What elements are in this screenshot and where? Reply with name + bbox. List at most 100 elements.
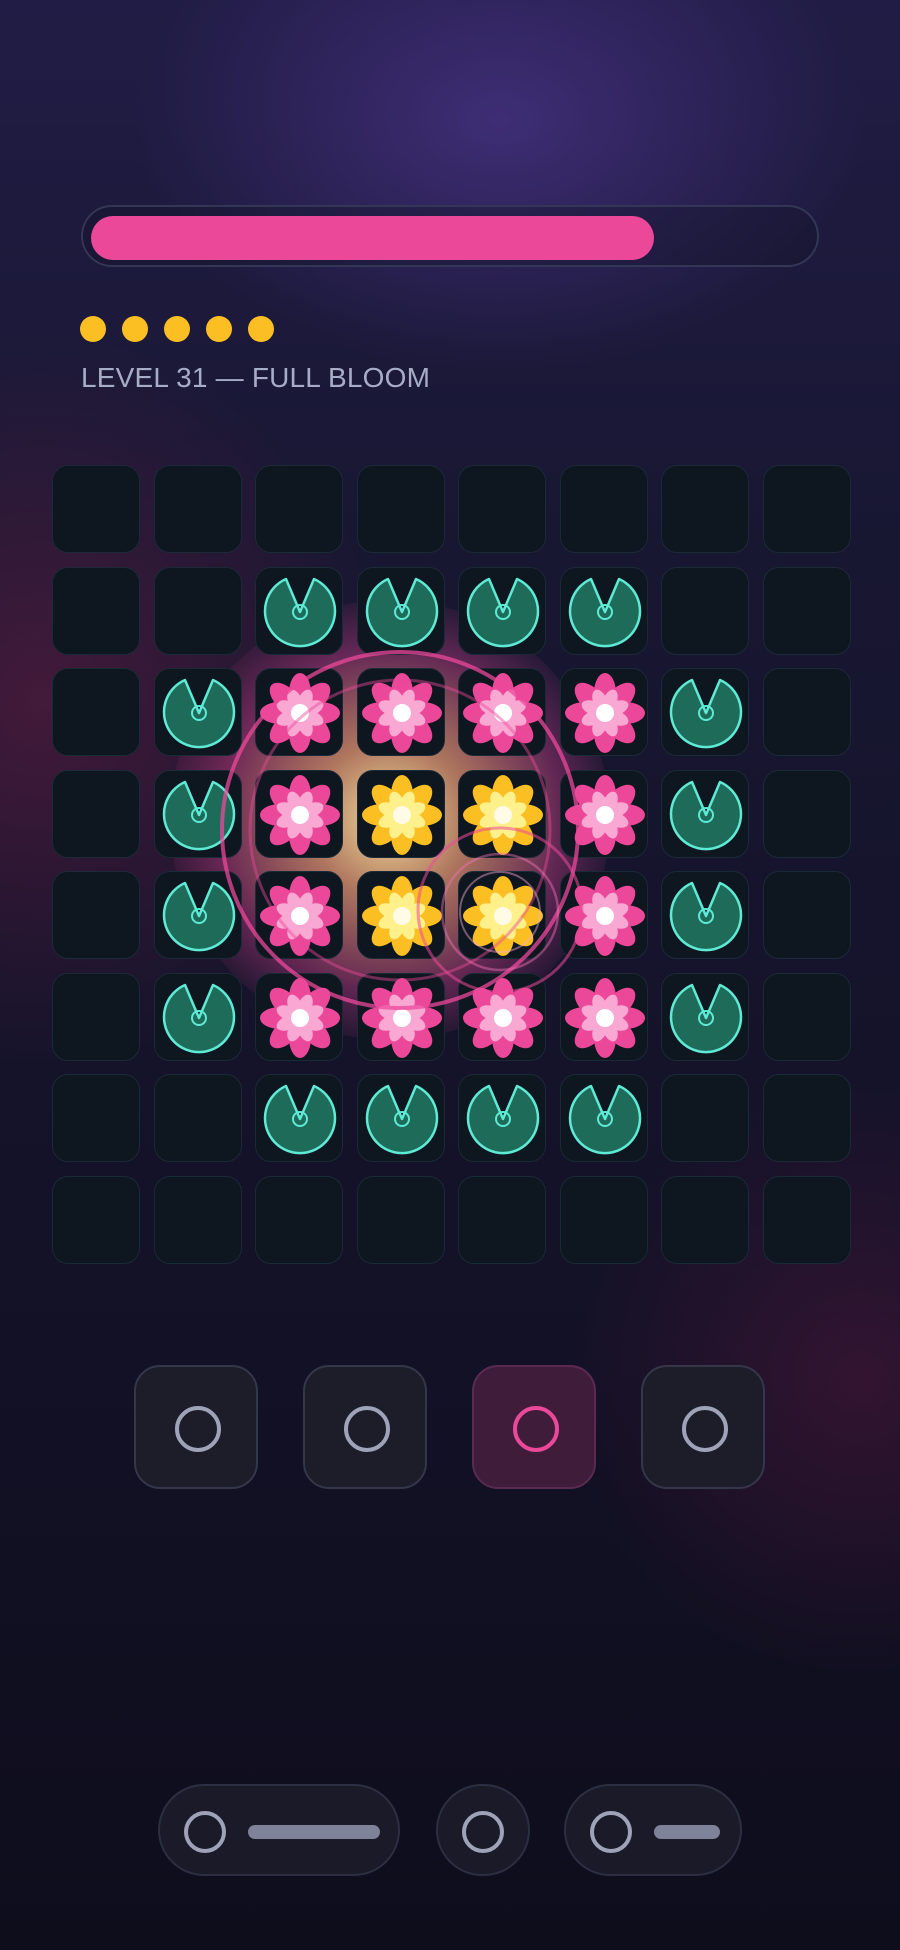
board-cell-gold-lotus[interactable] bbox=[357, 871, 445, 959]
board-cell-empty[interactable] bbox=[560, 465, 648, 553]
board-cell-empty[interactable] bbox=[154, 1176, 242, 1264]
board-cell-empty[interactable] bbox=[52, 465, 140, 553]
board-cell-empty[interactable] bbox=[154, 567, 242, 655]
board-cell-pink-lotus[interactable] bbox=[560, 973, 648, 1061]
nav-label-placeholder bbox=[248, 1825, 380, 1839]
board-cell-lily-pad[interactable] bbox=[661, 668, 749, 756]
board-cell-gold-lotus[interactable] bbox=[458, 770, 546, 858]
board-cell-lily-pad[interactable] bbox=[458, 567, 546, 655]
board-cell-empty[interactable] bbox=[661, 465, 749, 553]
gold-lotus-icon bbox=[463, 775, 543, 855]
board-cell-empty[interactable] bbox=[763, 668, 851, 756]
board-cell-lily-pad[interactable] bbox=[154, 770, 242, 858]
board-cell-lily-pad[interactable] bbox=[255, 567, 343, 655]
board-cell-pink-lotus[interactable] bbox=[255, 668, 343, 756]
nav-button-3[interactable] bbox=[564, 1784, 742, 1876]
tool-button-4[interactable] bbox=[641, 1365, 765, 1489]
gold-lotus-icon bbox=[362, 775, 442, 855]
circle-icon bbox=[682, 1406, 728, 1452]
board-cell-pink-lotus[interactable] bbox=[560, 770, 648, 858]
board-cell-empty[interactable] bbox=[154, 465, 242, 553]
board-cell-empty[interactable] bbox=[52, 871, 140, 959]
pink-lotus-icon bbox=[565, 775, 645, 855]
pink-lotus-icon bbox=[565, 876, 645, 956]
lily-pad-icon bbox=[365, 1084, 439, 1155]
board-cell-pink-lotus[interactable] bbox=[357, 973, 445, 1061]
tool-button-3[interactable] bbox=[472, 1365, 596, 1489]
board-cell-lily-pad[interactable] bbox=[560, 567, 648, 655]
board-cell-gold-lotus[interactable] bbox=[458, 871, 546, 959]
board-cell-empty[interactable] bbox=[52, 770, 140, 858]
lily-pad-icon bbox=[669, 983, 743, 1054]
board-cell-empty[interactable] bbox=[458, 1176, 546, 1264]
board-cell-lily-pad[interactable] bbox=[154, 871, 242, 959]
board-cell-lily-pad[interactable] bbox=[661, 871, 749, 959]
lily-pad-icon bbox=[162, 780, 236, 851]
board-cell-pink-lotus[interactable] bbox=[255, 973, 343, 1061]
board-cell-lily-pad[interactable] bbox=[357, 1074, 445, 1162]
board-cell-pink-lotus[interactable] bbox=[357, 668, 445, 756]
circle-icon bbox=[513, 1406, 559, 1452]
board-cell-empty[interactable] bbox=[661, 1176, 749, 1264]
pink-lotus-icon bbox=[260, 978, 340, 1058]
board-cell-lily-pad[interactable] bbox=[661, 973, 749, 1061]
board-cell-empty[interactable] bbox=[52, 1074, 140, 1162]
board-cell-pink-lotus[interactable] bbox=[560, 668, 648, 756]
board-cell-empty[interactable] bbox=[255, 1176, 343, 1264]
board-cell-lily-pad[interactable] bbox=[357, 567, 445, 655]
circle-icon bbox=[175, 1406, 221, 1452]
board-cell-gold-lotus[interactable] bbox=[357, 770, 445, 858]
lily-pad-icon bbox=[162, 678, 236, 749]
lily-pad-icon bbox=[466, 577, 540, 648]
board-cell-empty[interactable] bbox=[661, 567, 749, 655]
board-cell-empty[interactable] bbox=[763, 567, 851, 655]
board-cell-empty[interactable] bbox=[52, 1176, 140, 1264]
board-cell-lily-pad[interactable] bbox=[661, 770, 749, 858]
board-cell-empty[interactable] bbox=[357, 1176, 445, 1264]
board-cell-empty[interactable] bbox=[763, 1074, 851, 1162]
board-cell-pink-lotus[interactable] bbox=[458, 668, 546, 756]
board-cell-empty[interactable] bbox=[255, 465, 343, 553]
lily-pad-icon bbox=[568, 1084, 642, 1155]
tool-button-2[interactable] bbox=[303, 1365, 427, 1489]
board-cell-lily-pad[interactable] bbox=[255, 1074, 343, 1162]
pink-lotus-icon bbox=[362, 673, 442, 753]
lily-pad-icon bbox=[263, 577, 337, 648]
board-cell-empty[interactable] bbox=[52, 973, 140, 1061]
star-icon bbox=[122, 316, 148, 342]
board-cell-empty[interactable] bbox=[154, 1074, 242, 1162]
board-cell-empty[interactable] bbox=[763, 973, 851, 1061]
nav-button-1[interactable] bbox=[158, 1784, 400, 1876]
lily-pad-icon bbox=[263, 1084, 337, 1155]
board-cell-pink-lotus[interactable] bbox=[458, 973, 546, 1061]
lily-pad-icon bbox=[162, 983, 236, 1054]
board-cell-empty[interactable] bbox=[52, 567, 140, 655]
star-icon bbox=[248, 316, 274, 342]
nav-button-2[interactable] bbox=[436, 1784, 530, 1876]
level-progress-fill bbox=[91, 216, 654, 260]
board-cell-pink-lotus[interactable] bbox=[560, 871, 648, 959]
pink-lotus-icon bbox=[565, 673, 645, 753]
board-cell-empty[interactable] bbox=[52, 668, 140, 756]
board-cell-empty[interactable] bbox=[458, 465, 546, 553]
pink-lotus-icon bbox=[260, 775, 340, 855]
lily-pad-icon bbox=[365, 577, 439, 648]
board-cell-empty[interactable] bbox=[763, 465, 851, 553]
board-cell-empty[interactable] bbox=[763, 770, 851, 858]
board-cell-pink-lotus[interactable] bbox=[255, 871, 343, 959]
board-cell-lily-pad[interactable] bbox=[458, 1074, 546, 1162]
board-cell-lily-pad[interactable] bbox=[154, 973, 242, 1061]
lily-pad-icon bbox=[162, 881, 236, 952]
board-cell-empty[interactable] bbox=[763, 1176, 851, 1264]
board-cell-empty[interactable] bbox=[560, 1176, 648, 1264]
pink-lotus-icon bbox=[463, 673, 543, 753]
tool-button-1[interactable] bbox=[134, 1365, 258, 1489]
board-cell-pink-lotus[interactable] bbox=[255, 770, 343, 858]
pink-lotus-icon bbox=[463, 978, 543, 1058]
board-cell-lily-pad[interactable] bbox=[560, 1074, 648, 1162]
board-cell-empty[interactable] bbox=[661, 1074, 749, 1162]
board-cell-empty[interactable] bbox=[763, 871, 851, 959]
board-cell-empty[interactable] bbox=[357, 465, 445, 553]
board-cell-lily-pad[interactable] bbox=[154, 668, 242, 756]
pink-lotus-icon bbox=[260, 876, 340, 956]
